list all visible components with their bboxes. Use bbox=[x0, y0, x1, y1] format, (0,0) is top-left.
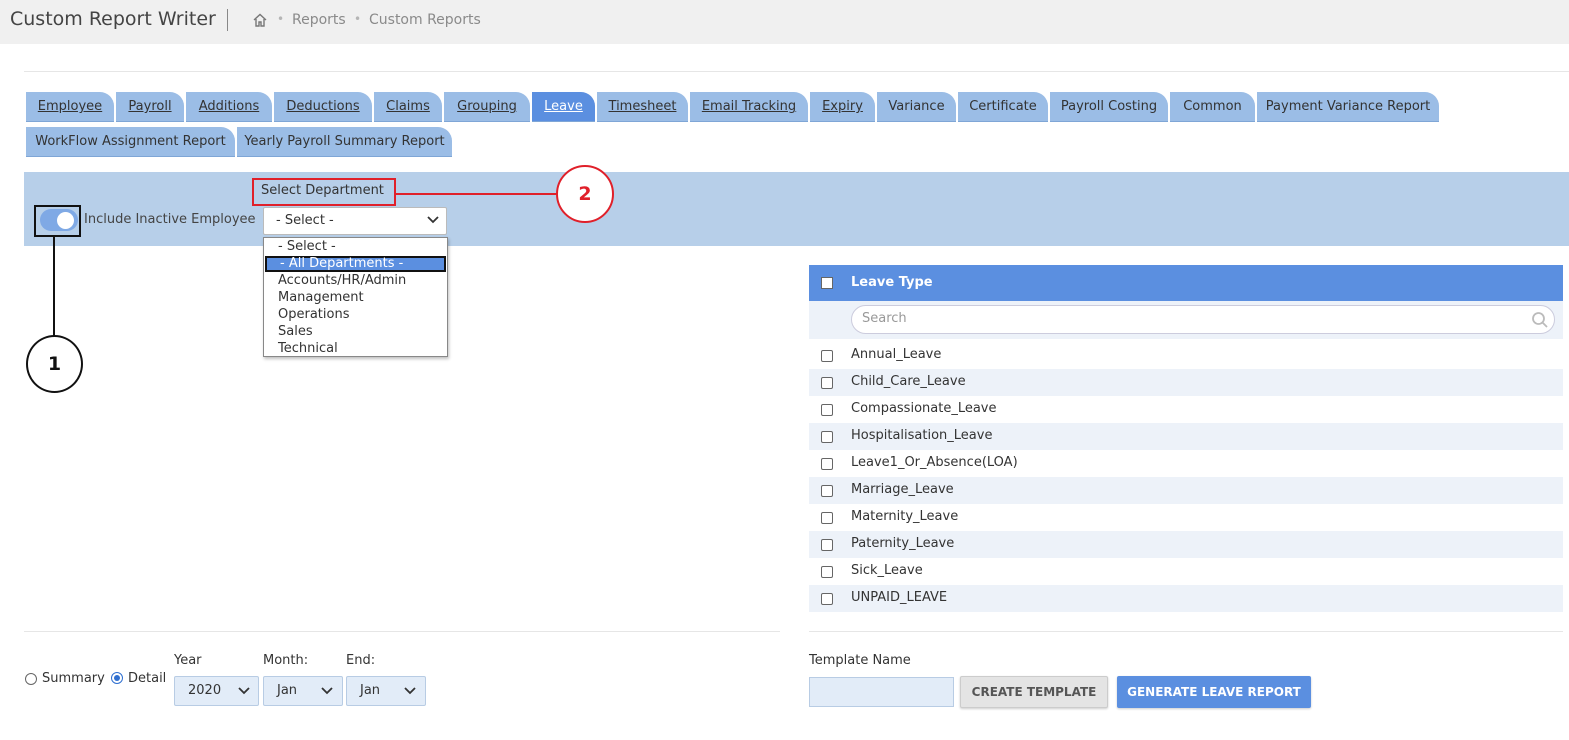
leave-type-row[interactable]: Leave1_Or_Absence(LOA) bbox=[809, 450, 1563, 477]
detail-radio[interactable] bbox=[111, 672, 123, 684]
leave-type-row[interactable]: Hospitalisation_Leave bbox=[809, 423, 1563, 450]
dropdown-option[interactable]: Management bbox=[265, 290, 446, 306]
dropdown-option[interactable]: Technical bbox=[265, 341, 446, 357]
leave-type-label: UNPAID_LEAVE bbox=[851, 590, 948, 605]
callout-1-highlight-box bbox=[34, 205, 81, 237]
tab-payroll[interactable]: Payroll bbox=[116, 92, 184, 122]
callout-1-connector bbox=[53, 237, 55, 336]
tab-common[interactable]: Common bbox=[1170, 92, 1255, 122]
chevron-down-icon bbox=[404, 687, 416, 695]
chevron-down-icon bbox=[321, 687, 333, 695]
leave-type-row[interactable]: Maternity_Leave bbox=[809, 504, 1563, 531]
generate-leave-report-button[interactable]: GENERATE LEAVE REPORT bbox=[1117, 676, 1311, 708]
leave-type-checkbox[interactable] bbox=[821, 485, 833, 497]
leave-type-label: Paternity_Leave bbox=[851, 536, 955, 551]
leave-type-label: Leave1_Or_Absence(LOA) bbox=[851, 455, 1018, 470]
leave-type-checkbox[interactable] bbox=[821, 512, 833, 524]
tab-payment-variance-report[interactable]: Payment Variance Report bbox=[1257, 92, 1439, 122]
template-name-input[interactable] bbox=[809, 677, 954, 707]
tab-email-tracking[interactable]: Email Tracking bbox=[690, 92, 808, 122]
leave-type-label: Hospitalisation_Leave bbox=[851, 428, 993, 443]
callout-1-badge: 1 bbox=[26, 335, 83, 393]
breadcrumb-separator: • bbox=[277, 12, 285, 26]
tab-grouping[interactable]: Grouping bbox=[444, 92, 530, 122]
callout-2-connector bbox=[396, 193, 557, 195]
template-name-label: Template Name bbox=[809, 653, 911, 668]
leave-type-label: Annual_Leave bbox=[851, 347, 942, 362]
end-label: End: bbox=[346, 653, 376, 668]
leave-type-checkbox[interactable] bbox=[821, 350, 833, 362]
breadcrumb-reports[interactable]: Reports bbox=[292, 12, 346, 28]
dropdown-option-highlighted[interactable]: - All Departments - bbox=[265, 256, 446, 272]
leave-type-row[interactable]: Annual_Leave bbox=[809, 342, 1563, 369]
leave-type-checkbox[interactable] bbox=[821, 593, 833, 605]
end-select-value: Jan bbox=[360, 683, 381, 698]
create-template-button[interactable]: CREATE TEMPLATE bbox=[960, 676, 1108, 708]
tab-workflow-assignment-report[interactable]: WorkFlow Assignment Report bbox=[26, 127, 235, 157]
dropdown-option[interactable]: Operations bbox=[265, 307, 446, 323]
leave-type-checkbox[interactable] bbox=[821, 458, 833, 470]
callout-2-badge: 2 bbox=[556, 165, 614, 223]
top-header-bar bbox=[0, 0, 1569, 44]
dropdown-option[interactable]: Accounts/HR/Admin bbox=[265, 273, 446, 289]
leave-type-row[interactable]: Child_Care_Leave bbox=[809, 369, 1563, 396]
dropdown-option[interactable]: Sales bbox=[265, 324, 446, 340]
callout-2-highlight-box bbox=[252, 178, 396, 206]
search-icon[interactable] bbox=[1531, 311, 1549, 329]
title-divider bbox=[227, 9, 228, 31]
tab-payroll-costing[interactable]: Payroll Costing bbox=[1050, 92, 1168, 122]
search-placeholder: Search bbox=[862, 311, 907, 326]
tab-deductions[interactable]: Deductions bbox=[274, 92, 372, 122]
detail-label: Detail bbox=[128, 671, 167, 686]
chevron-down-icon bbox=[427, 216, 439, 224]
leave-type-label: Marriage_Leave bbox=[851, 482, 954, 497]
page-title: Custom Report Writer bbox=[10, 8, 216, 30]
tab-additions[interactable]: Additions bbox=[186, 92, 272, 122]
tab-claims[interactable]: Claims bbox=[374, 92, 442, 122]
leave-type-checkbox[interactable] bbox=[821, 404, 833, 416]
tab-yearly-payroll-summary-report[interactable]: Yearly Payroll Summary Report bbox=[237, 127, 452, 157]
leave-type-label: Child_Care_Leave bbox=[851, 374, 966, 389]
home-icon[interactable] bbox=[252, 12, 268, 28]
breadcrumb-custom-reports[interactable]: Custom Reports bbox=[369, 12, 481, 28]
leave-type-search-input[interactable] bbox=[851, 305, 1555, 334]
department-select-value: - Select - bbox=[276, 213, 334, 228]
month-select-value: Jan bbox=[277, 683, 298, 698]
year-select-value: 2020 bbox=[188, 683, 222, 698]
divider bbox=[24, 71, 1569, 72]
leave-type-row[interactable]: Marriage_Leave bbox=[809, 477, 1563, 504]
tab-expiry[interactable]: Expiry bbox=[810, 92, 875, 122]
tab-employee[interactable]: Employee bbox=[26, 92, 114, 122]
include-inactive-label: Include Inactive Employee bbox=[84, 212, 256, 227]
leave-type-row[interactable]: Compassionate_Leave bbox=[809, 396, 1563, 423]
tab-variance[interactable]: Variance bbox=[877, 92, 956, 122]
leave-type-row[interactable]: UNPAID_LEAVE bbox=[809, 585, 1563, 612]
leave-type-checkbox[interactable] bbox=[821, 566, 833, 578]
summary-label: Summary bbox=[42, 671, 105, 686]
leave-type-label: Compassionate_Leave bbox=[851, 401, 997, 416]
leave-type-checkbox[interactable] bbox=[821, 431, 833, 443]
leave-type-row[interactable]: Sick_Leave bbox=[809, 558, 1563, 585]
leave-type-header-label: Leave Type bbox=[851, 275, 933, 290]
tab-leave[interactable]: Leave bbox=[532, 92, 595, 122]
select-all-checkbox[interactable] bbox=[821, 277, 833, 289]
tab-timesheet[interactable]: Timesheet bbox=[597, 92, 688, 122]
leave-type-label: Sick_Leave bbox=[851, 563, 923, 578]
leave-type-checkbox[interactable] bbox=[821, 539, 833, 551]
year-label: Year bbox=[174, 653, 202, 668]
summary-radio[interactable] bbox=[25, 673, 37, 685]
leave-type-checkbox[interactable] bbox=[821, 377, 833, 389]
leave-type-row[interactable]: Paternity_Leave bbox=[809, 531, 1563, 558]
tab-certificate[interactable]: Certificate bbox=[958, 92, 1048, 122]
chevron-down-icon bbox=[238, 687, 250, 695]
divider bbox=[809, 631, 1563, 632]
leave-type-label: Maternity_Leave bbox=[851, 509, 959, 524]
divider bbox=[24, 631, 780, 632]
dropdown-option[interactable]: - Select - bbox=[265, 239, 446, 255]
department-dropdown-list: - Select - - All Departments - Accounts/… bbox=[263, 237, 448, 357]
breadcrumb-separator: • bbox=[354, 12, 362, 26]
month-label: Month: bbox=[263, 653, 309, 668]
